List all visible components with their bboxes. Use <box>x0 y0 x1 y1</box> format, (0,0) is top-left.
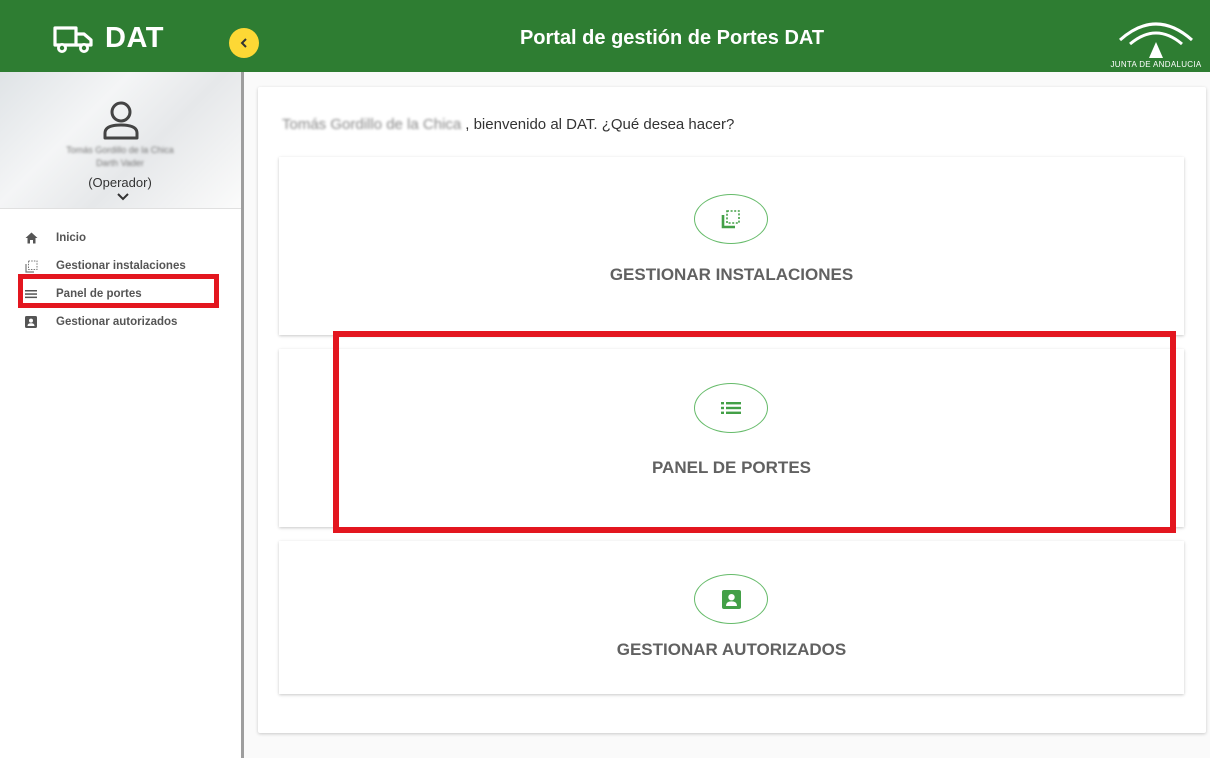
sidebar-item-inicio[interactable]: Inicio <box>0 224 241 252</box>
top-bar: DAT Portal de gestión de Portes DAT JUNT… <box>0 0 1210 72</box>
badge-circle <box>694 574 768 624</box>
installations-icon <box>721 210 740 229</box>
user-icon <box>103 101 139 140</box>
sidebar-item-gestionar-autorizados[interactable]: Gestionar autorizados <box>0 308 241 336</box>
brand[interactable]: DAT <box>0 0 244 72</box>
sidebar-item-label: Gestionar autorizados <box>56 316 178 328</box>
profile-role: (Operador) <box>88 175 152 190</box>
home-icon <box>24 231 38 245</box>
installations-circle <box>694 194 768 244</box>
action-label: GESTIONAR AUTORIZADOS <box>616 640 847 659</box>
highlight-sidebar-panel-de-portes <box>18 274 219 308</box>
page-title: Portal de gestión de Portes DAT <box>519 27 825 49</box>
profile-subtitle: Darth Vader <box>96 158 144 168</box>
truck-icon <box>53 26 93 53</box>
action-label: GESTIONAR INSTALACIONES <box>609 265 854 284</box>
sidebar-item-label: Inicio <box>56 232 87 244</box>
junta-logo-text: JUNTA DE ANDALUCIA <box>1110 60 1202 69</box>
action-card-gestionar-instalaciones[interactable]: GESTIONAR INSTALACIONES <box>279 157 1184 335</box>
action-card-gestionar-autorizados[interactable]: GESTIONAR AUTORIZADOS <box>279 541 1184 694</box>
sidebar: Tomás Gordillo de la Chica Darth Vader (… <box>0 72 244 758</box>
profile-name: Tomás Gordillo de la Chica <box>66 145 174 155</box>
badge-icon <box>24 315 38 329</box>
badge-icon <box>721 589 741 609</box>
user-profile: Tomás Gordillo de la Chica Darth Vader (… <box>0 72 241 209</box>
welcome-user-name: Tomás Gordillo de la Chica <box>282 116 462 133</box>
chevron-down-icon[interactable] <box>117 192 129 202</box>
installations-icon <box>24 259 38 273</box>
brand-name: DAT <box>105 22 164 54</box>
welcome-text: , bienvenido al DAT. ¿Qué desea hacer? <box>465 116 735 133</box>
welcome-message: Tomás Gordillo de la Chica , bienvenido … <box>282 116 734 133</box>
sidebar-item-label: Gestionar instalaciones <box>56 260 186 272</box>
highlight-panel-de-portes-card <box>333 331 1176 533</box>
